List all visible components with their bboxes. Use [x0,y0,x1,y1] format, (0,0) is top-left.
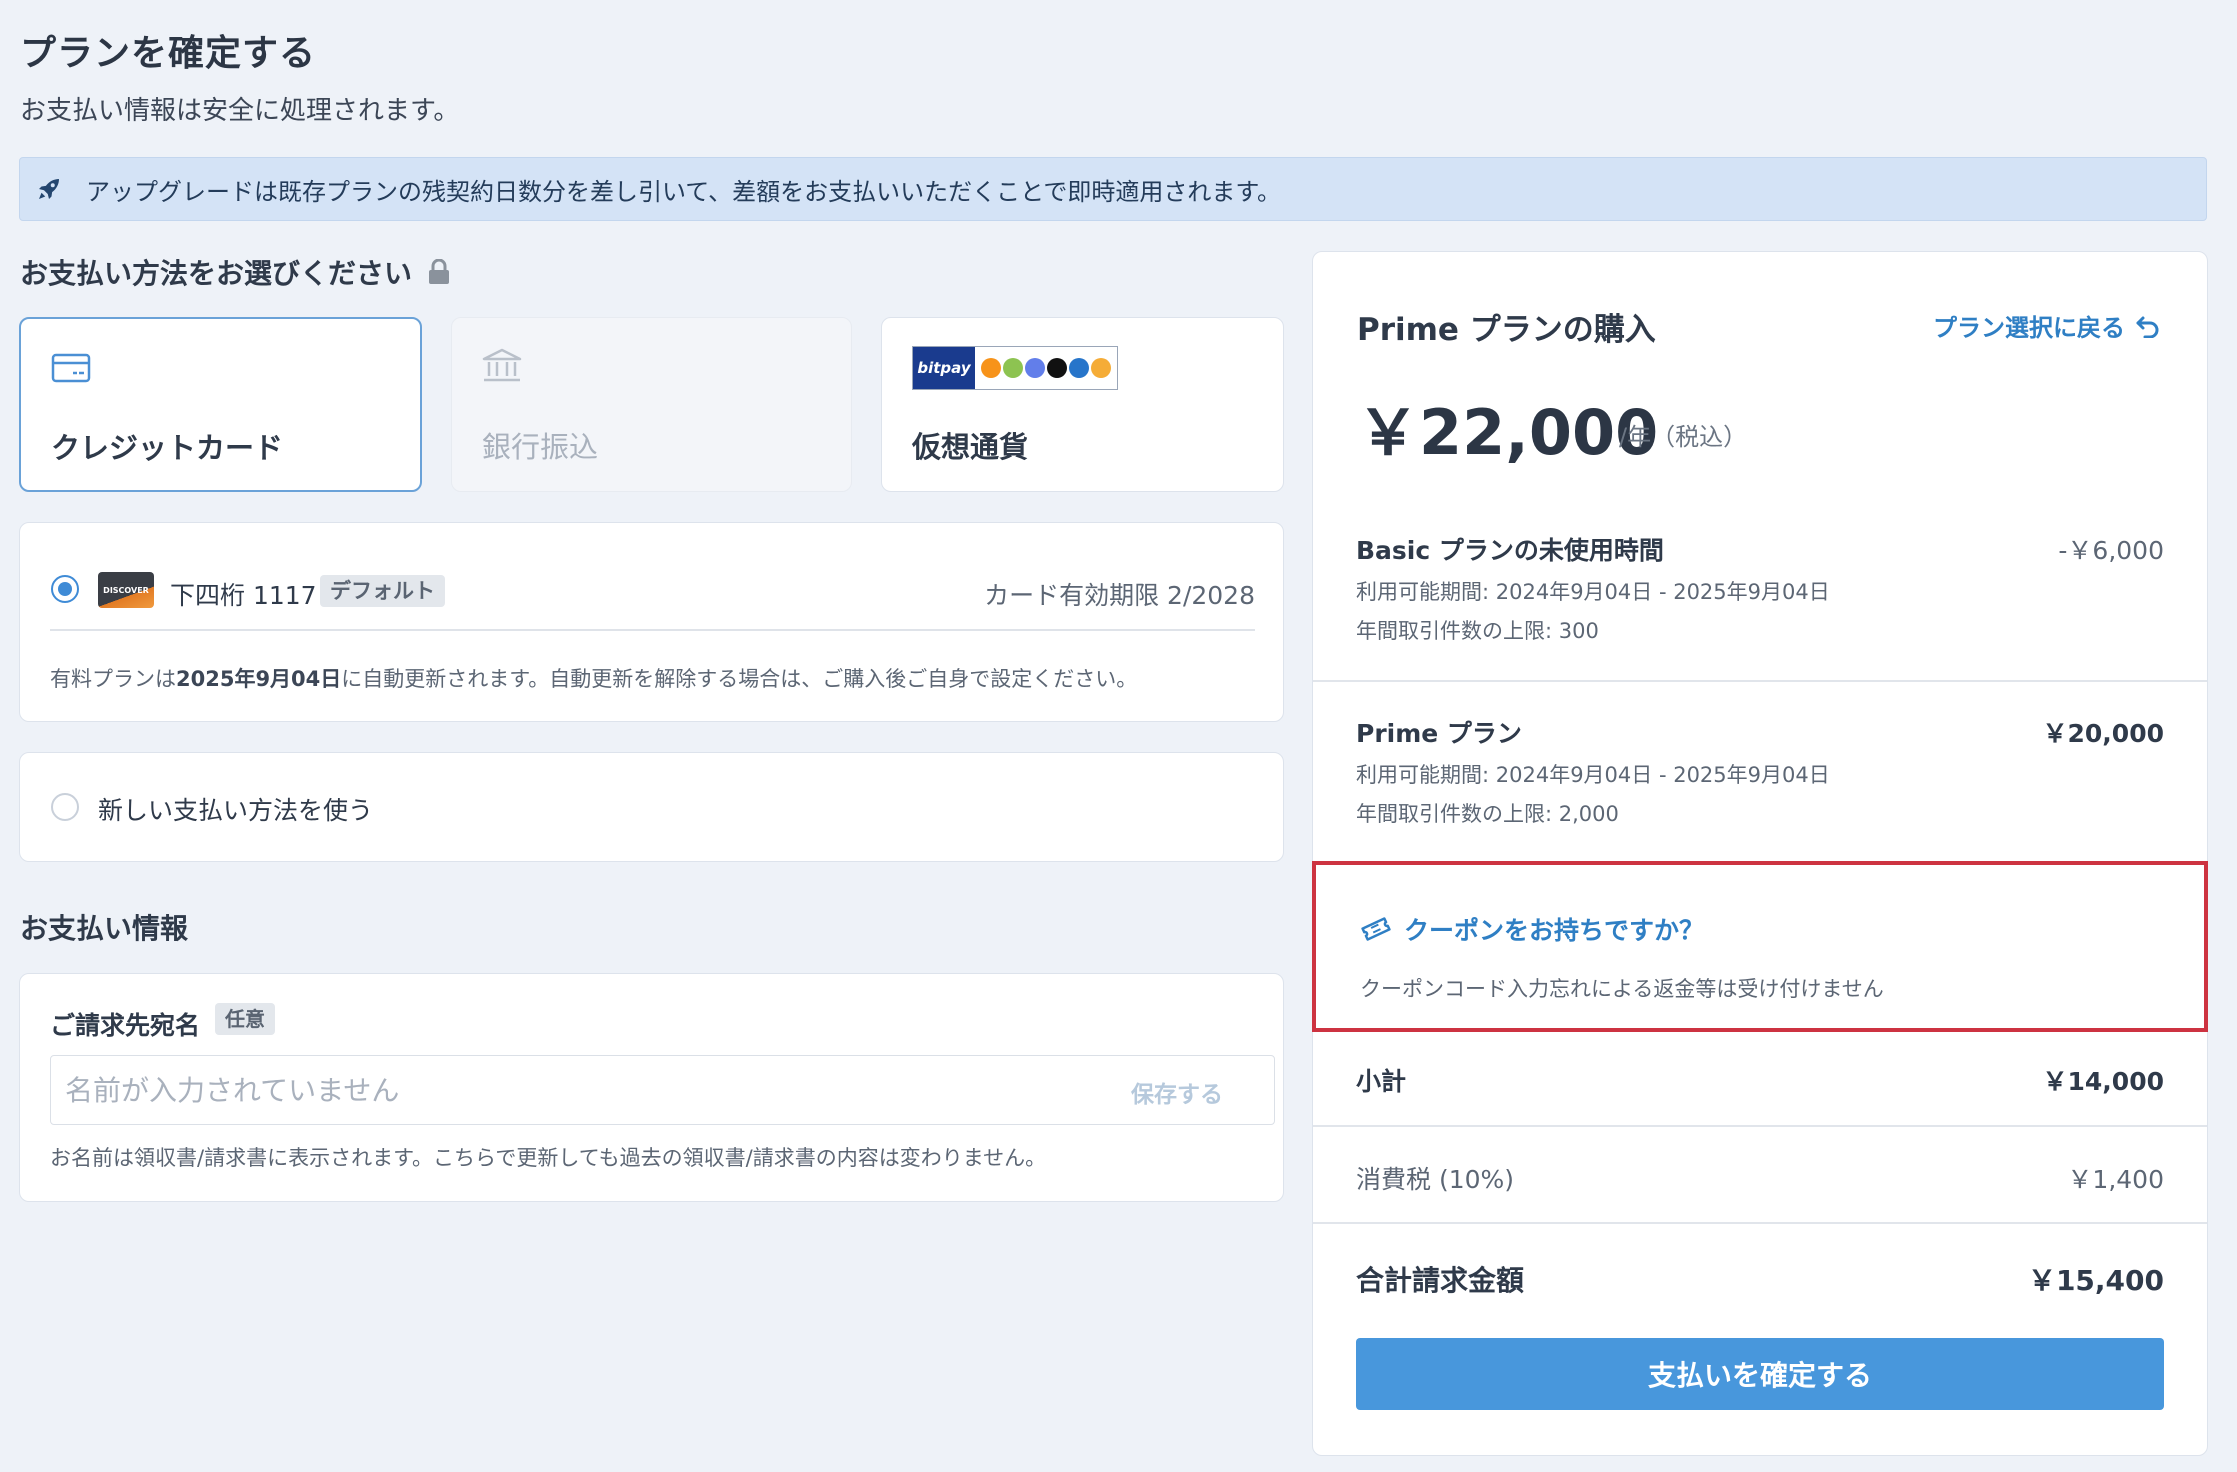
new-payment-method-option[interactable]: 新しい支払い方法を使う [19,752,1284,862]
divider [1313,1222,2207,1224]
crypto-label: 仮想通貨 [912,430,1029,464]
line-basic-limit: 年間取引件数の上限: 300 [1356,619,1599,643]
back-to-plan-link[interactable]: プラン選択に戻る [1933,308,2161,343]
bitpay-logo: bitpay [913,347,975,389]
default-badge: デフォルト [320,575,445,607]
back-to-plan-label: プラン選択に戻る [1933,314,2125,342]
line-prime-title: Prime プラン [1356,719,1522,748]
line-prime-period: 利用可能期間: 2024年9月04日 - 2025年9月04日 [1356,763,1830,787]
lock-icon [429,259,450,284]
payment-method-heading: お支払い方法をお選びください [20,252,450,292]
confirm-payment-button[interactable]: 支払いを確定する [1356,1338,2164,1410]
auto-renew-prefix: 有料プランは [50,667,176,691]
summary-title: Prime プランの購入 [1357,312,1656,348]
notice-text: アップグレードは既存プランの残契約日数分を差し引いて、差額をお支払いいただくこと… [86,177,1281,206]
undo-arrow-icon [2136,316,2159,338]
billing-name-note: お名前は領収書/請求書に表示されます。こちらで更新しても過去の領収書/請求書の内… [50,1146,1047,1170]
coupon-link-label: クーポンをお持ちですか？ [1404,916,1705,945]
bitcoin-icon [981,358,1001,378]
credit-card-icon [51,353,91,383]
billing-info-heading: お支払い情報 [20,912,189,945]
plan-price: ￥22,000 [1357,396,1659,469]
subtotal-amount: ￥14,000 [2042,1067,2164,1096]
total-label: 合計請求金額 [1356,1264,1525,1297]
coupon-section: クーポンをお持ちですか？ クーポンコード入力忘れによる返金等は受け付けません [1312,861,2208,1032]
rocket-icon [39,179,59,199]
divider [50,629,1255,631]
card-last-digits: 下四桁 1117 [170,581,317,610]
total-amount: ￥15,400 [2027,1264,2164,1297]
bitpay-crypto-logo: bitpay [912,346,1118,390]
page-subtitle: お支払い情報は安全に処理されます。 [20,96,460,126]
page-title: プランを確定する [20,33,317,74]
coupon-note: クーポンコード入力忘れによる返金等は受け付けません [1360,977,1884,1001]
line-basic-period: 利用可能期間: 2024年9月04日 - 2025年9月04日 [1356,580,1830,604]
crypto-coin-icons [975,347,1111,389]
bitcoin-cash-icon [1003,358,1023,378]
usdc-icon [1069,358,1089,378]
bank-transfer-label: 銀行振込 [482,430,599,464]
billing-info-panel: ご請求先宛名 任意 保存する お名前は領収書/請求書に表示されます。こちらで更新… [19,973,1284,1202]
upgrade-notice-banner: アップグレードは既存プランの残契約日数分を差し引いて、差額をお支払いいただくこと… [19,157,2207,221]
payment-option-credit-card[interactable]: クレジットカード [19,317,422,492]
billing-name-input[interactable] [50,1055,1275,1125]
divider [1313,1125,2207,1127]
new-method-radio[interactable] [51,793,79,821]
subtotal-label: 小計 [1356,1067,1407,1096]
discover-card-icon: DISCOVER [98,572,154,608]
optional-badge: 任意 [215,1003,275,1035]
ethereum-icon [1025,358,1045,378]
line-prime-limit: 年間取引件数の上限: 2,000 [1356,802,1619,826]
card-expiry: カード有効期限 2/2028 [984,581,1255,610]
line-prime-amount: ￥20,000 [2042,719,2164,748]
ticket-icon [1361,917,1391,941]
payment-method-heading-text: お支払い方法をお選びください [20,257,413,290]
billing-name-label: ご請求先宛名 [50,1011,201,1040]
new-method-label: 新しい支払い方法を使う [98,796,374,825]
line-basic-amount: -￥6,000 [2058,536,2164,565]
save-button[interactable]: 保存する [1131,1075,1223,1109]
bank-icon [482,348,522,382]
auto-renew-suffix: に自動更新されます。自動更新を解除する場合は、ご購入後ご自身で設定ください。 [341,667,1138,691]
line-basic-title: Basic プランの未使用時間 [1356,536,1664,565]
payment-option-bank-transfer[interactable]: 銀行振込 [451,317,852,492]
saved-card-radio[interactable] [51,575,79,603]
auto-renew-note: 有料プランは2025年9月04日に自動更新されます。自動更新を解除する場合は、ご… [50,663,1137,693]
tax-amount: ￥1,400 [2067,1165,2164,1194]
divider [1313,680,2207,682]
auto-renew-date: 2025年9月04日 [176,667,342,691]
tax-label: 消費税 (10%) [1356,1165,1515,1194]
dai-icon [1091,358,1111,378]
saved-card-option[interactable]: DISCOVER 下四桁 1117 デフォルト カード有効期限 2/2028 有… [19,522,1284,722]
xrp-icon [1047,358,1067,378]
plan-price-unit: /年（税込） [1619,423,1748,451]
coupon-link[interactable]: クーポンをお持ちですか？ [1360,911,1704,947]
payment-option-crypto[interactable]: bitpay 仮想通貨 [881,317,1284,492]
credit-card-label: クレジットカード [51,431,284,465]
